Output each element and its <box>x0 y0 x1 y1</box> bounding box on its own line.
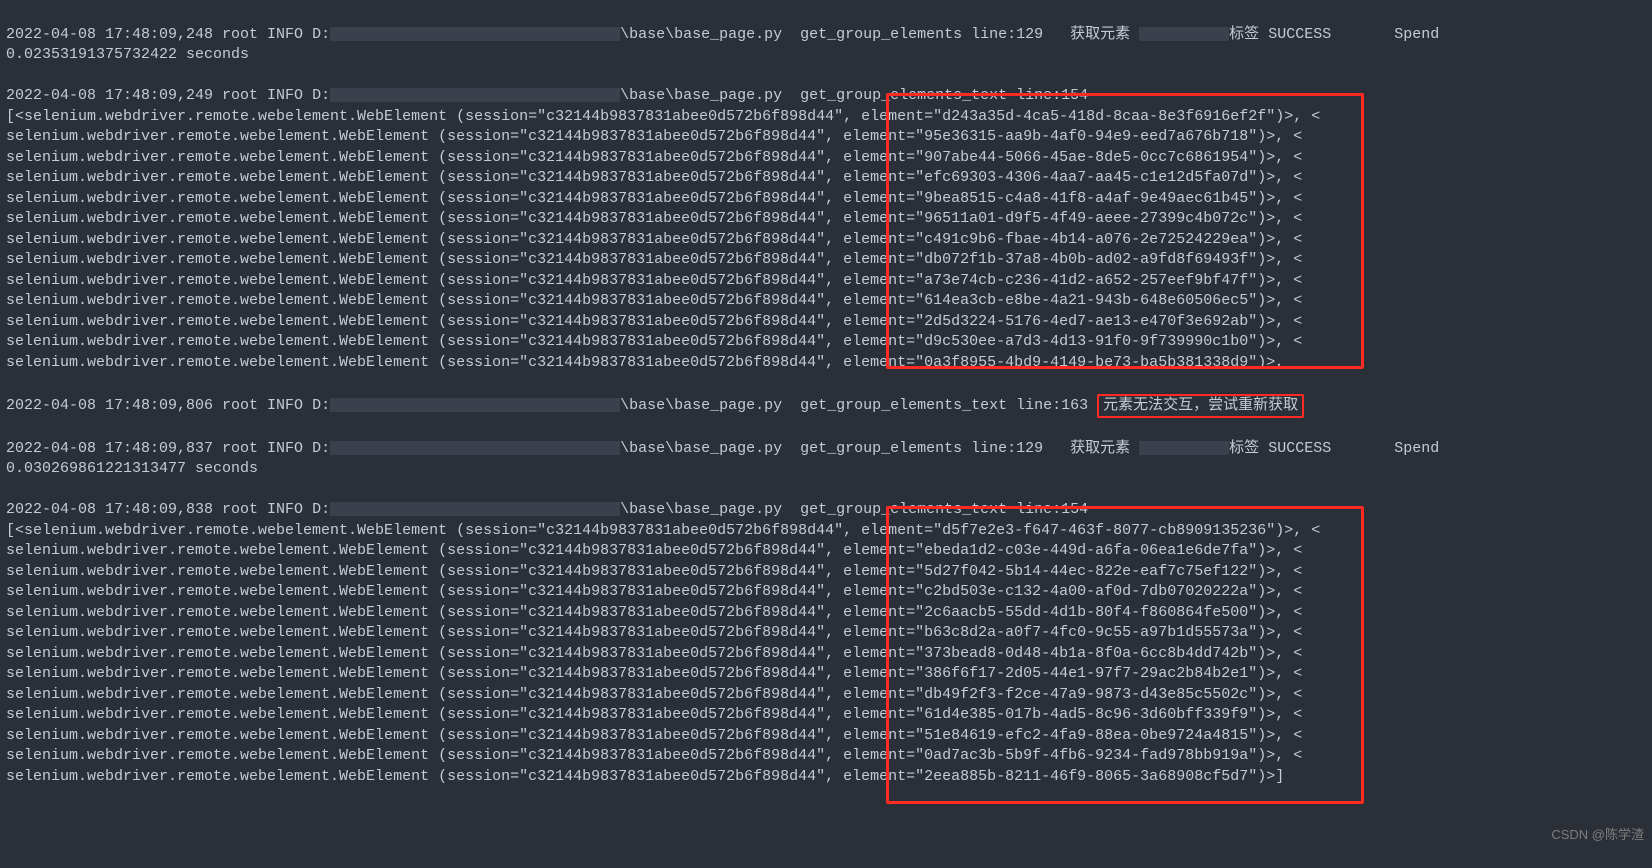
timestamp: 2022-04-08 17:48:09,837 <box>6 440 213 457</box>
webelement-line: selenium.webdriver.remote.webelement.Web… <box>6 210 1302 227</box>
webelement-line: selenium.webdriver.remote.webelement.Web… <box>6 665 1302 682</box>
func: get_group_elements_text line:163 <box>782 397 1097 414</box>
webelement-line: selenium.webdriver.remote.webelement.Web… <box>6 686 1302 703</box>
duration: 0.030269861221313477 <box>6 460 186 477</box>
log-output: 2022-04-08 17:48:09,248 root INFO D: \bas… <box>0 0 1652 868</box>
logger: root INFO D: <box>213 440 330 457</box>
log-line: 2022-04-08 17:48:09,837 root INFO D: \bas… <box>6 440 1448 457</box>
logger: root INFO D: <box>213 87 330 104</box>
func: get_group_elements line:129 <box>782 440 1070 457</box>
msg: 获取元素 <box>1070 440 1139 457</box>
webelement-line: selenium.webdriver.remote.webelement.Web… <box>6 292 1302 309</box>
webelement-line: selenium.webdriver.remote.webelement.Web… <box>6 542 1302 559</box>
webelement-line: selenium.webdriver.remote.webelement.Web… <box>6 645 1302 662</box>
func: get_group_elements line:129 <box>782 26 1070 43</box>
tag-label: 标签 <box>1229 26 1268 43</box>
redacted-path <box>330 502 620 516</box>
retry-message-highlight: 元素无法交互，尝试重新获取 <box>1097 394 1304 419</box>
log-line: 2022-04-08 17:48:09,806 root INFO D: \bas… <box>6 397 1304 414</box>
logger: root INFO D: <box>213 397 330 414</box>
webelement-line: selenium.webdriver.remote.webelement.Web… <box>6 727 1302 744</box>
spend-label: Spend <box>1331 26 1448 43</box>
webelement-line: [<selenium.webdriver.remote.webelement.W… <box>6 108 1320 125</box>
func: get_group_elements_text line:154 <box>782 87 1088 104</box>
log-line: 2022-04-08 17:48:09,249 root INFO D: \bas… <box>6 87 1088 104</box>
webelement-line: selenium.webdriver.remote.webelement.Web… <box>6 169 1302 186</box>
watermark: CSDN @陈学渣 <box>1551 825 1644 846</box>
duration: 0.02353191375732422 <box>6 46 177 63</box>
redacted-path <box>330 398 620 412</box>
redacted-path <box>330 27 620 41</box>
file: \base\base_page.py <box>620 397 782 414</box>
seconds-label: seconds <box>177 46 249 63</box>
blank-line <box>6 419 15 436</box>
webelement-line: selenium.webdriver.remote.webelement.Web… <box>6 768 1284 785</box>
webelement-line: selenium.webdriver.remote.webelement.Web… <box>6 706 1302 723</box>
retry-message: 元素无法交互，尝试重新获取 <box>1103 397 1298 414</box>
status: SUCCESS <box>1268 440 1331 457</box>
status: SUCCESS <box>1268 26 1331 43</box>
blank-line <box>6 481 15 498</box>
timestamp: 2022-04-08 17:48:09,806 <box>6 397 213 414</box>
webelement-line: selenium.webdriver.remote.webelement.Web… <box>6 251 1302 268</box>
file: \base\base_page.py <box>620 26 782 43</box>
webelement-line: selenium.webdriver.remote.webelement.Web… <box>6 149 1302 166</box>
redacted-path <box>330 441 620 455</box>
webelement-line: selenium.webdriver.remote.webelement.Web… <box>6 272 1302 289</box>
timestamp: 2022-04-08 17:48:09,249 <box>6 87 213 104</box>
webelement-line: [<selenium.webdriver.remote.webelement.W… <box>6 522 1320 539</box>
webelement-line: selenium.webdriver.remote.webelement.Web… <box>6 747 1302 764</box>
webelement-line: selenium.webdriver.remote.webelement.Web… <box>6 313 1302 330</box>
spend-label: Spend <box>1331 440 1448 457</box>
log-line: 0.02353191375732422 seconds <box>6 46 249 63</box>
func: get_group_elements_text line:154 <box>782 501 1088 518</box>
log-line: 2022-04-08 17:48:09,838 root INFO D: \bas… <box>6 501 1088 518</box>
redacted-text <box>1139 441 1229 455</box>
webelement-line: selenium.webdriver.remote.webelement.Web… <box>6 583 1302 600</box>
timestamp: 2022-04-08 17:48:09,838 <box>6 501 213 518</box>
tag-label: 标签 <box>1229 440 1268 457</box>
webelement-line: selenium.webdriver.remote.webelement.Web… <box>6 128 1302 145</box>
blank-line <box>6 374 15 391</box>
logger: root INFO D: <box>213 26 330 43</box>
webelement-line: selenium.webdriver.remote.webelement.Web… <box>6 563 1302 580</box>
log-line: 0.030269861221313477 seconds <box>6 460 258 477</box>
file: \base\base_page.py <box>620 501 782 518</box>
blank-line <box>6 67 15 84</box>
webelement-line: selenium.webdriver.remote.webelement.Web… <box>6 333 1302 350</box>
file: \base\base_page.py <box>620 440 782 457</box>
seconds-label: seconds <box>186 460 258 477</box>
webelement-line: selenium.webdriver.remote.webelement.Web… <box>6 624 1302 641</box>
logger: root INFO D: <box>213 501 330 518</box>
log-line: 2022-04-08 17:48:09,248 root INFO D: \bas… <box>6 26 1448 43</box>
file: \base\base_page.py <box>620 87 782 104</box>
webelement-line: selenium.webdriver.remote.webelement.Web… <box>6 354 1284 371</box>
webelement-line: selenium.webdriver.remote.webelement.Web… <box>6 190 1302 207</box>
msg: 获取元素 <box>1070 26 1139 43</box>
redacted-path <box>330 88 620 102</box>
redacted-text <box>1139 27 1229 41</box>
webelement-line: selenium.webdriver.remote.webelement.Web… <box>6 604 1302 621</box>
webelement-line: selenium.webdriver.remote.webelement.Web… <box>6 231 1302 248</box>
timestamp: 2022-04-08 17:48:09,248 <box>6 26 213 43</box>
